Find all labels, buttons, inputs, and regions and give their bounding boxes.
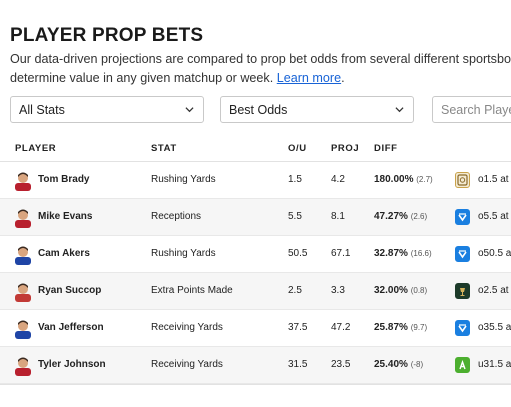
odds-text[interactable]: o35.5 at bbox=[478, 322, 511, 333]
player-name[interactable]: Ryan Succop bbox=[38, 285, 101, 296]
stat-name: Receiving Yards bbox=[151, 359, 223, 370]
proj-value: 23.5 bbox=[331, 359, 351, 370]
player-avatar bbox=[15, 209, 31, 228]
player-avatar bbox=[15, 246, 31, 265]
odds-text[interactable]: o1.5 at bbox=[478, 174, 509, 185]
page-title: PLAYER PROP BETS bbox=[10, 25, 204, 46]
player-avatar bbox=[15, 357, 31, 376]
table-row[interactable]: Ryan Succop Extra Points Made 2.5 3.3 32… bbox=[0, 273, 511, 310]
ou-value: 5.5 bbox=[288, 211, 302, 222]
player-avatar bbox=[15, 320, 31, 339]
header-ou[interactable]: O/U bbox=[288, 143, 307, 154]
sportsbook-green-icon[interactable] bbox=[455, 357, 470, 373]
prop-bets-page: PLAYER PROP BETS Our data-driven project… bbox=[0, 0, 511, 407]
diff-value: 47.27% (2.6) bbox=[374, 211, 428, 222]
stat-name: Receiving Yards bbox=[151, 322, 223, 333]
proj-value: 3.3 bbox=[331, 285, 345, 296]
diff-value: 180.00% (2.7) bbox=[374, 174, 433, 185]
table-row[interactable]: Cam Akers Rushing Yards 50.5 67.1 32.87%… bbox=[0, 236, 511, 273]
diff-value: 32.87% (16.6) bbox=[374, 248, 432, 259]
diff-value: 25.40% (-8) bbox=[374, 359, 424, 370]
header-proj[interactable]: PROJ bbox=[331, 143, 359, 154]
player-name[interactable]: Cam Akers bbox=[38, 248, 90, 259]
stat-name: Receptions bbox=[151, 211, 202, 222]
chevron-down-icon bbox=[185, 107, 194, 113]
table-row[interactable]: Van Jefferson Receiving Yards 37.5 47.2 … bbox=[0, 310, 511, 347]
chevron-down-icon bbox=[395, 107, 404, 113]
diff-value: 32.00% (0.8) bbox=[374, 285, 428, 296]
sportsbook-blue-shield-icon[interactable] bbox=[455, 246, 470, 262]
odds-text[interactable]: o2.5 at bbox=[478, 285, 509, 296]
stats-filter-select[interactable]: All Stats bbox=[10, 96, 204, 123]
header-stat[interactable]: STAT bbox=[151, 143, 177, 154]
ou-value: 37.5 bbox=[288, 322, 308, 333]
intro-text: Our data-driven projections are compared… bbox=[10, 52, 511, 85]
odds-filter-value: Best Odds bbox=[229, 102, 288, 117]
odds-text[interactable]: o5.5 at bbox=[478, 211, 509, 222]
header-diff[interactable]: DIFF bbox=[374, 143, 398, 154]
ou-value: 50.5 bbox=[288, 248, 308, 259]
learn-more-link[interactable]: Learn more bbox=[277, 71, 341, 85]
stats-filter-value: All Stats bbox=[19, 102, 65, 117]
intro-paragraph: Our data-driven projections are compared… bbox=[10, 50, 511, 88]
table-bottom-divider bbox=[0, 384, 511, 385]
odds-text[interactable]: u31.5 at bbox=[478, 359, 511, 370]
ou-value: 2.5 bbox=[288, 285, 302, 296]
stat-name: Extra Points Made bbox=[151, 285, 233, 296]
search-placeholder: Search Player bbox=[441, 102, 511, 117]
table-row[interactable]: Tom Brady Rushing Yards 1.5 4.2 180.00% … bbox=[0, 162, 511, 199]
sportsbook-blue-shield-icon[interactable] bbox=[455, 209, 470, 225]
table-header: PLAYER STAT O/U PROJ DIFF bbox=[0, 136, 511, 162]
proj-value: 8.1 bbox=[331, 211, 345, 222]
proj-value: 67.1 bbox=[331, 248, 351, 259]
player-name[interactable]: Mike Evans bbox=[38, 211, 92, 222]
ou-value: 31.5 bbox=[288, 359, 308, 370]
header-player[interactable]: PLAYER bbox=[15, 143, 56, 154]
stat-name: Rushing Yards bbox=[151, 248, 216, 259]
stat-name: Rushing Yards bbox=[151, 174, 216, 185]
proj-value: 4.2 bbox=[331, 174, 345, 185]
table-row[interactable]: Mike Evans Receptions 5.5 8.1 47.27% (2.… bbox=[0, 199, 511, 236]
sportsbook-gold-icon[interactable] bbox=[455, 172, 470, 188]
player-avatar bbox=[15, 283, 31, 302]
player-avatar bbox=[15, 172, 31, 191]
sportsbook-dark-crown-icon[interactable] bbox=[455, 283, 470, 299]
ou-value: 1.5 bbox=[288, 174, 302, 185]
player-name[interactable]: Tyler Johnson bbox=[38, 359, 106, 370]
player-name[interactable]: Tom Brady bbox=[38, 174, 90, 185]
proj-value: 47.2 bbox=[331, 322, 351, 333]
table-row[interactable]: Tyler Johnson Receiving Yards 31.5 23.5 … bbox=[0, 347, 511, 384]
player-name[interactable]: Van Jefferson bbox=[38, 322, 104, 333]
odds-text[interactable]: o50.5 at bbox=[478, 248, 511, 259]
sportsbook-blue-shield-icon[interactable] bbox=[455, 320, 470, 336]
player-search-input[interactable]: Search Player bbox=[432, 96, 511, 123]
odds-filter-select[interactable]: Best Odds bbox=[220, 96, 414, 123]
intro-period: . bbox=[341, 71, 345, 85]
diff-value: 25.87% (9.7) bbox=[374, 322, 428, 333]
